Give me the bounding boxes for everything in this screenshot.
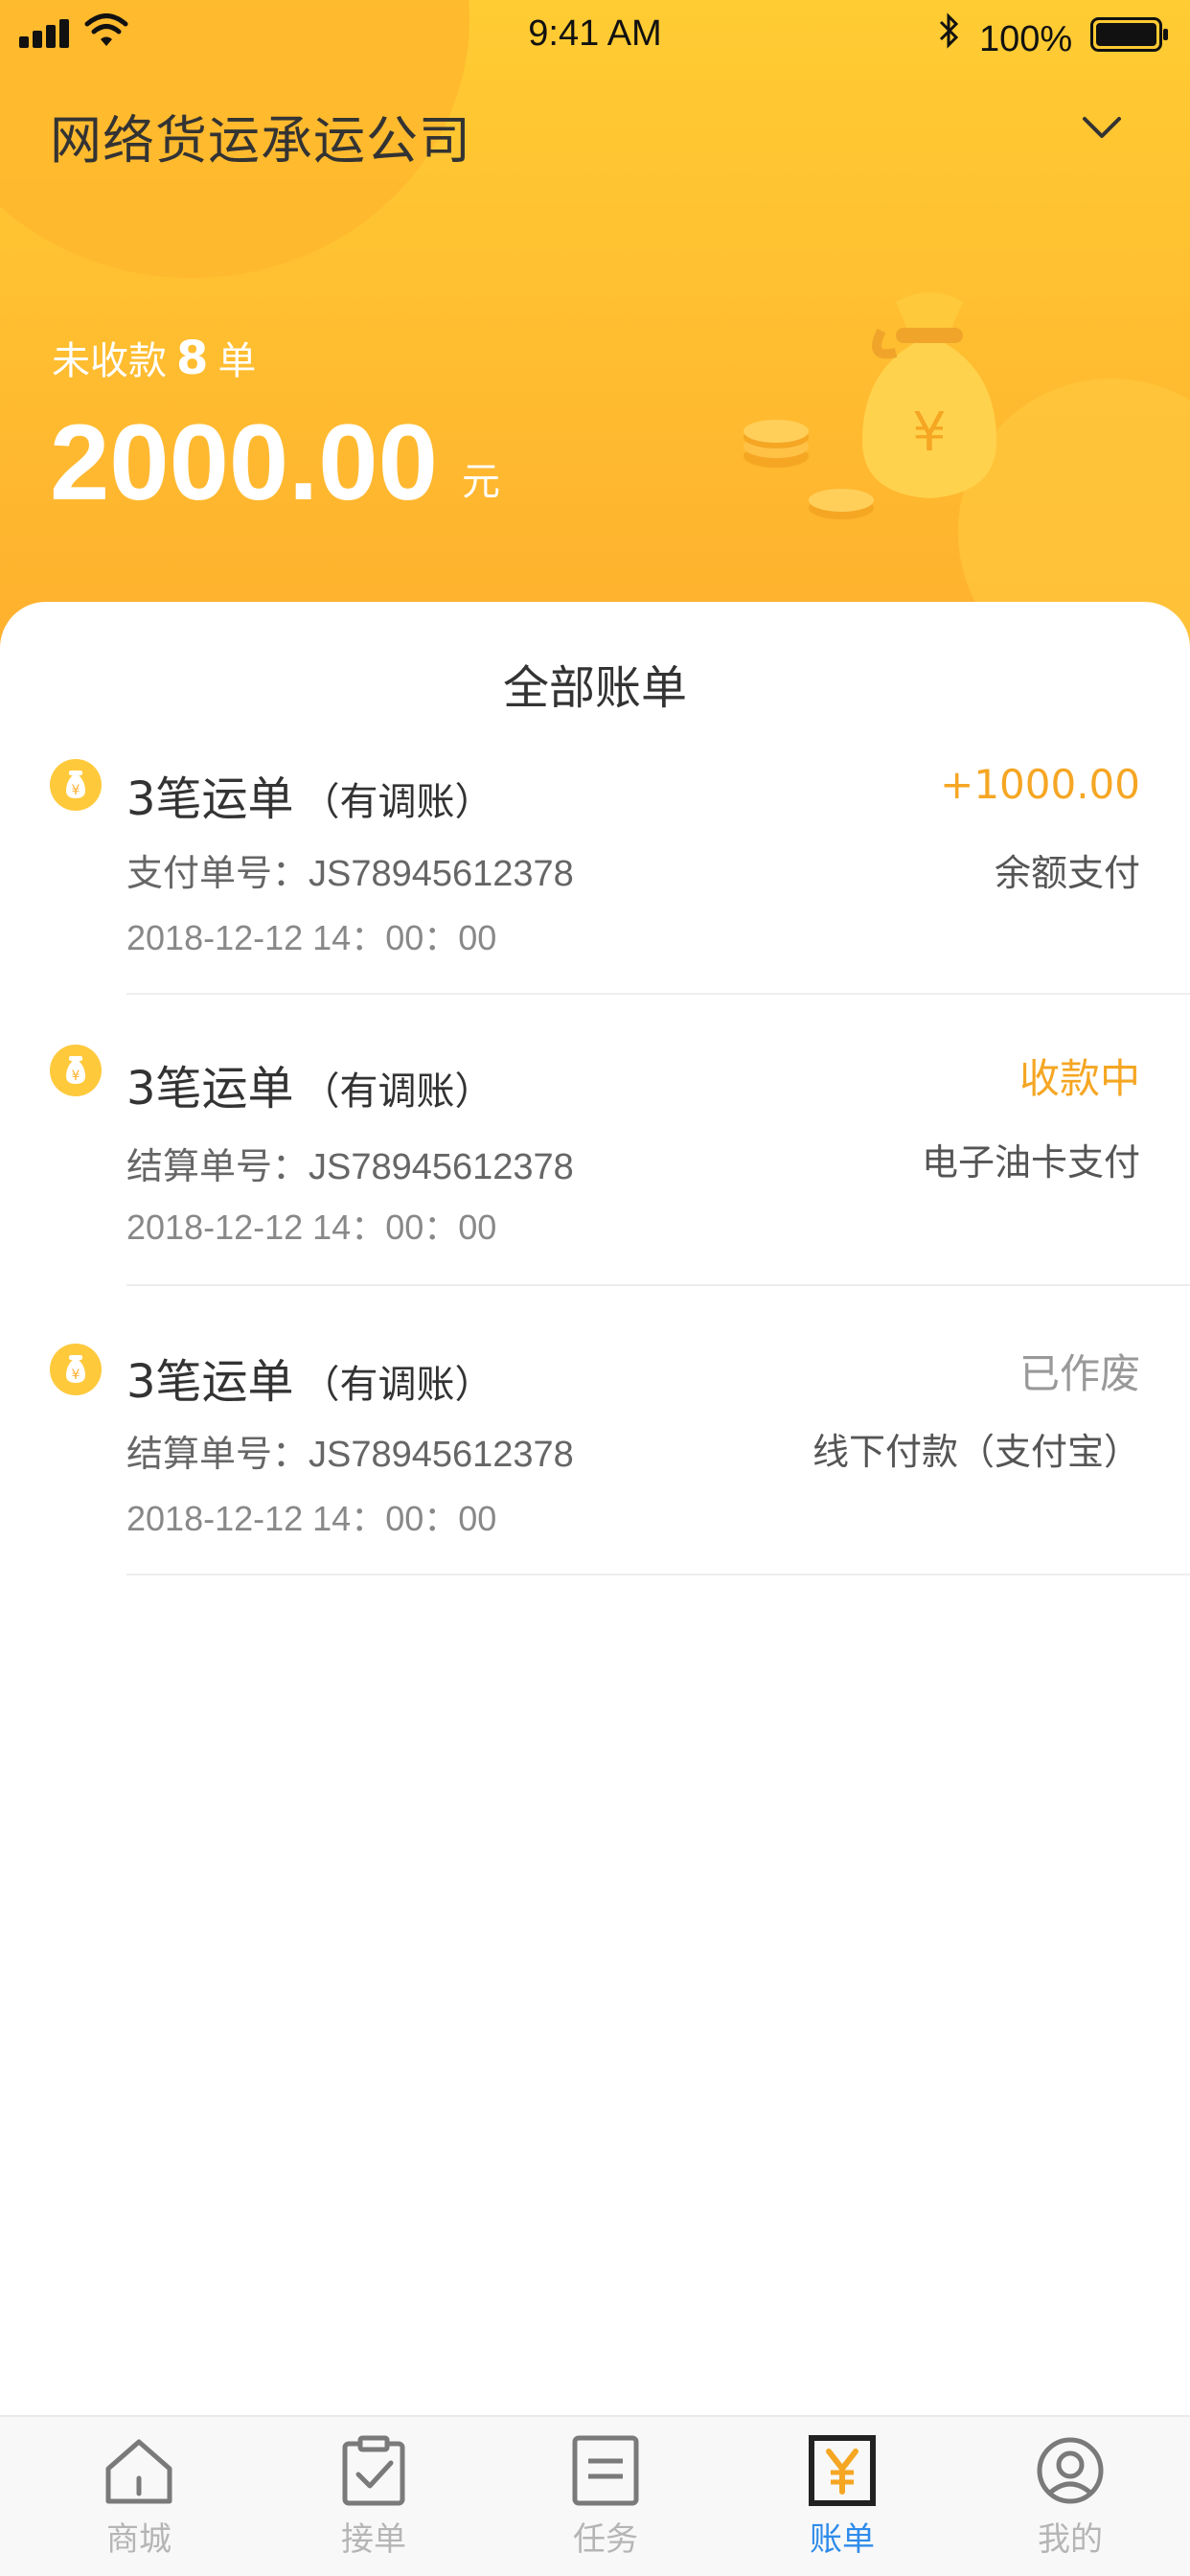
tab-label: 接单	[341, 2520, 406, 2559]
bill-title-text: 3笔运单	[126, 1062, 294, 1116]
profile-icon	[1037, 2437, 1104, 2504]
bluetooth-icon	[939, 12, 959, 49]
bill-date: 2018-12-12 14：00：00	[126, 1208, 497, 1247]
money-bag-illustration: ¥	[744, 292, 996, 519]
bill-title: 3笔运单 （有调账）	[126, 1050, 493, 1117]
bill-title-text: 3笔运单	[126, 772, 294, 826]
svg-text:¥: ¥	[72, 783, 80, 798]
money-bag-coin-icon: ¥	[50, 1344, 102, 1395]
unpaid-suffix: 单	[217, 339, 257, 383]
unpaid-amount: 2000.00	[50, 402, 438, 522]
tab-label: 任务	[573, 2520, 638, 2559]
clipboard-check-icon	[342, 2435, 405, 2506]
divider	[126, 993, 1190, 995]
bill-payment-method: 电子油卡支付	[921, 1141, 1140, 1184]
bottom-tab-bar: 商城 接单 任务 账单 我的	[0, 2415, 1190, 2576]
bill-adjust-note: （有调账）	[301, 1070, 493, 1114]
tab-mall[interactable]: 商城	[72, 2434, 206, 2568]
bill-yuan-icon	[809, 2435, 876, 2506]
unpaid-summary: 未收款 8 单	[52, 330, 256, 385]
money-bag-coin-icon: ¥	[50, 1045, 102, 1096]
bill-order-number: 结算单号：JS78945612378	[126, 1435, 574, 1475]
svg-text:¥: ¥	[72, 1069, 80, 1084]
bill-list-title: 全部账单	[502, 661, 687, 715]
bill-status: 已作废	[1018, 1350, 1140, 1397]
bill-payment-method: 线下付款（支付宝）	[812, 1431, 1140, 1473]
bill-order-number: 支付单号：JS78945612378	[126, 854, 574, 894]
bill-item[interactable]: ¥ 3笔运单 （有调账） 已作废 结算单号：JS78945612378 线下付款（…	[0, 1317, 1190, 1604]
bill-title: 3笔运单 （有调账）	[126, 1344, 493, 1411]
bill-title: 3笔运单 （有调账）	[126, 761, 493, 828]
bill-date: 2018-12-12 14：00：00	[126, 918, 497, 957]
tab-bills[interactable]: 账单	[775, 2434, 909, 2568]
status-bar: 9:41 AM 100%	[0, 0, 1190, 75]
bill-payment-method: 余额支付	[994, 852, 1140, 894]
svg-text:¥: ¥	[912, 402, 947, 464]
home-icon	[105, 2439, 172, 2504]
chevron-down-icon[interactable]	[1081, 113, 1123, 142]
battery-percentage: 100%	[979, 19, 1073, 59]
bill-adjust-note: （有调账）	[301, 780, 493, 824]
company-selector[interactable]: 网络货运承运公司	[50, 98, 471, 173]
tab-tasks[interactable]: 任务	[538, 2434, 673, 2568]
amount-unit: 元	[462, 460, 500, 504]
svg-text:¥: ¥	[72, 1368, 80, 1383]
bill-item[interactable]: ¥ 3笔运单 （有调账） +1000.00 支付单号：JS78945612378 …	[0, 738, 1190, 1025]
divider	[126, 1574, 1190, 1576]
tab-label: 我的	[1038, 2520, 1103, 2559]
tab-profile[interactable]: 我的	[1003, 2434, 1137, 2568]
task-list-icon	[572, 2435, 639, 2506]
bill-status: 收款中	[1018, 1055, 1140, 1102]
bill-order-number: 结算单号：JS78945612378	[126, 1147, 574, 1187]
battery-icon	[1090, 17, 1168, 52]
tab-label: 账单	[810, 2520, 875, 2559]
bill-title-text: 3笔运单	[126, 1355, 294, 1409]
tab-accept-orders[interactable]: 接单	[307, 2434, 441, 2568]
unpaid-prefix: 未收款	[52, 339, 167, 383]
bill-item[interactable]: ¥ 3笔运单 （有调账） 收款中 结算单号：JS78945612378 电子油卡支…	[0, 1027, 1190, 1315]
tab-label: 商城	[106, 2520, 172, 2559]
bill-date: 2018-12-12 14：00：00	[126, 1499, 497, 1538]
bill-status: +1000.00	[940, 761, 1140, 808]
unpaid-count: 8	[176, 332, 209, 385]
bill-adjust-note: （有调账）	[301, 1363, 493, 1407]
money-bag-coin-icon: ¥	[50, 759, 102, 811]
divider	[126, 1284, 1190, 1286]
